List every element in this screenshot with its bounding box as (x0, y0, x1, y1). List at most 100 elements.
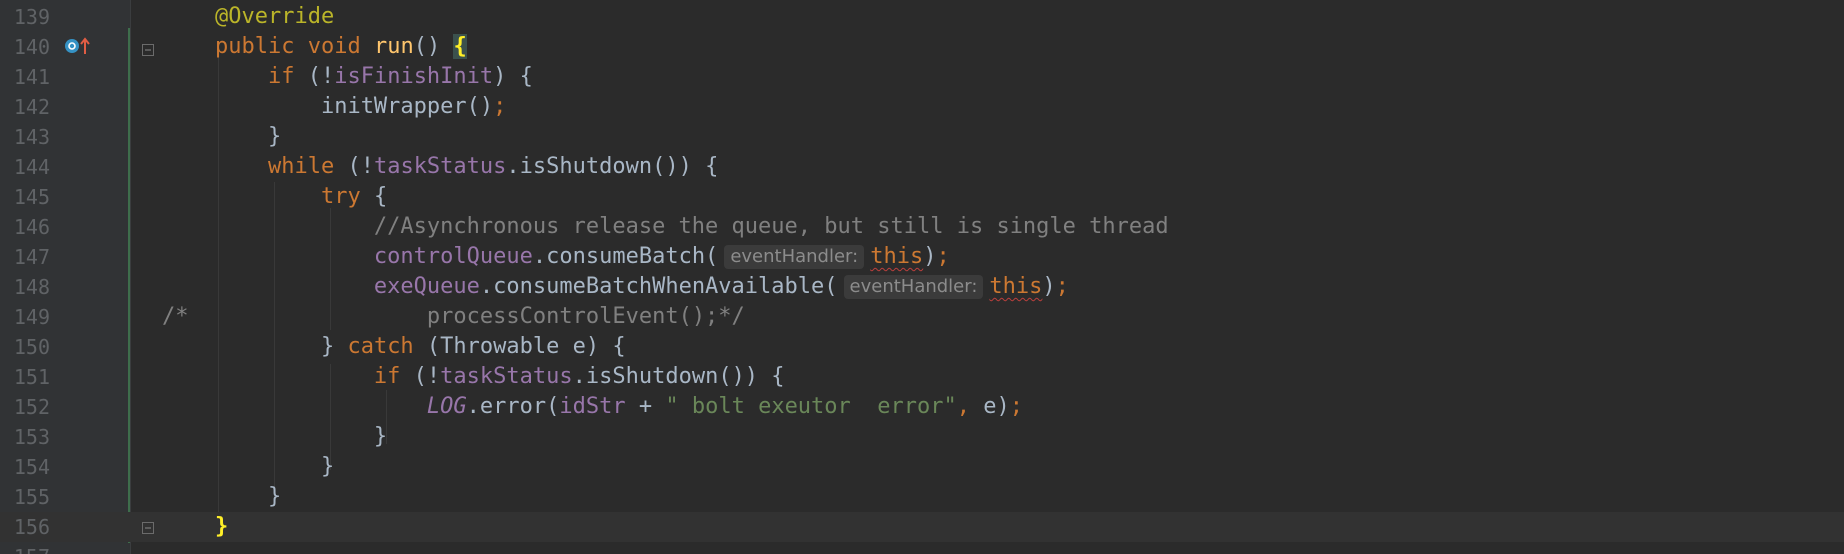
code-token: , (956, 394, 984, 419)
code-line[interactable]: 146 //Asynchronous release the queue, bu… (0, 212, 1844, 242)
code-token: { (360, 184, 388, 209)
code-token: idStr (559, 394, 626, 419)
code-text[interactable]: } (162, 422, 387, 452)
line-number[interactable]: 151 (0, 362, 50, 392)
code-token: run (373, 34, 414, 59)
line-number[interactable]: 147 (0, 242, 50, 272)
line-number[interactable]: 154 (0, 452, 50, 482)
code-text[interactable]: if (!isFinishInit) { (162, 62, 533, 92)
line-number[interactable]: 155 (0, 482, 50, 512)
line-number[interactable]: 140 (0, 32, 50, 62)
code-token: ) (1042, 274, 1056, 299)
code-text[interactable]: if (!taskStatus.isShutdown()) { (162, 362, 785, 392)
code-token: ) { (493, 64, 533, 89)
line-number[interactable]: 144 (0, 152, 50, 182)
code-text[interactable]: while (!taskStatus.isShutdown()) { (162, 152, 718, 182)
code-token: this (989, 274, 1043, 299)
line-number[interactable]: 153 (0, 422, 50, 452)
code-token: (Throwable e) { (413, 334, 626, 359)
code-line[interactable]: 142 initWrapper(); (0, 92, 1844, 122)
code-token: (! (334, 154, 374, 179)
code-token: e) (983, 394, 1010, 419)
line-number[interactable]: 149 (0, 302, 50, 332)
code-token: } (320, 454, 335, 479)
parameter-hint: eventHandler: (724, 245, 865, 269)
code-text[interactable]: } (162, 452, 334, 482)
code-token: while (267, 154, 335, 179)
line-number[interactable]: 145 (0, 182, 50, 212)
code-token: } (214, 514, 229, 539)
code-text[interactable]: initWrapper(); (162, 92, 506, 122)
code-token: //Asynchronous release the queue, but st… (373, 214, 1169, 239)
code-text[interactable]: LOG.error(idStr + " bolt exeutor error",… (162, 392, 1023, 422)
code-line[interactable]: 155 } (0, 482, 1844, 512)
code-line[interactable]: 141 if (!isFinishInit) { (0, 62, 1844, 92)
code-text[interactable]: } (162, 482, 281, 512)
code-token: .isShutdown()) { (506, 154, 719, 179)
code-token: } (373, 424, 388, 449)
line-number[interactable]: 141 (0, 62, 50, 92)
code-line[interactable]: 148 exeQueue.consumeBatchWhenAvailable(e… (0, 272, 1844, 302)
code-text[interactable]: } (162, 512, 228, 542)
code-text[interactable]: controlQueue.consumeBatch(eventHandler: t… (162, 242, 950, 272)
code-line[interactable]: 154 } (0, 452, 1844, 482)
line-number[interactable]: 142 (0, 92, 50, 122)
code-text[interactable]: /* processControlEvent();*/ (162, 302, 745, 332)
code-line[interactable]: 156 } (0, 512, 1844, 542)
line-number[interactable]: 143 (0, 122, 50, 152)
code-line[interactable]: 143 } (0, 122, 1844, 152)
override-method-icon[interactable] (64, 36, 94, 56)
code-line[interactable]: 145 try { (0, 182, 1844, 212)
fold-end-icon[interactable] (142, 522, 154, 534)
code-line[interactable]: 149 /* processControlEvent();*/ (0, 302, 1844, 332)
code-token: this (870, 244, 924, 269)
code-text[interactable]: try { (162, 182, 387, 212)
code-token: () (413, 34, 454, 59)
line-number[interactable]: 148 (0, 272, 50, 302)
code-token: .error( (466, 394, 560, 419)
line-number[interactable]: 146 (0, 212, 50, 242)
line-number[interactable]: 157 (0, 542, 50, 554)
line-number[interactable]: 152 (0, 392, 50, 422)
code-token: initWrapper() (320, 94, 494, 119)
code-token: .consumeBatch( (532, 244, 719, 269)
code-token: taskStatus (373, 154, 507, 179)
code-line[interactable]: 151 if (!taskStatus.isShutdown()) { (0, 362, 1844, 392)
code-line[interactable]: 139 @Override (0, 2, 1844, 32)
code-line[interactable]: 147 controlQueue.consumeBatch(eventHandl… (0, 242, 1844, 272)
code-line[interactable]: 153 } (0, 422, 1844, 452)
code-token: } (267, 484, 282, 509)
code-line[interactable]: 152 LOG.error(idStr + " bolt exeutor err… (0, 392, 1844, 422)
code-editor[interactable]: 139 @Override 140 public void run() {141 … (0, 0, 1844, 554)
code-token: public (214, 34, 295, 59)
code-text[interactable]: public void run() { (162, 32, 467, 62)
code-text[interactable]: } catch (Throwable e) { (162, 332, 626, 362)
fold-start-icon[interactable] (142, 44, 154, 56)
code-token: /* (162, 304, 189, 329)
code-line[interactable]: 144 while (!taskStatus.isShutdown()) { (0, 152, 1844, 182)
code-text[interactable]: } (162, 122, 281, 152)
code-text[interactable]: @Override (162, 2, 334, 32)
code-line[interactable]: 150 } catch (Throwable e) { (0, 332, 1844, 362)
code-text[interactable]: //Asynchronous release the queue, but st… (162, 212, 1169, 242)
line-number[interactable]: 150 (0, 332, 50, 362)
code-text[interactable]: exeQueue.consumeBatchWhenAvailable(event… (162, 272, 1069, 302)
code-token: .consumeBatchWhenAvailable( (479, 274, 838, 299)
code-token: ; (1055, 274, 1069, 299)
code-line[interactable]: 157 (0, 542, 1844, 554)
line-number[interactable]: 156 (0, 512, 50, 542)
code-line[interactable]: 140 public void run() { (0, 32, 1844, 62)
line-number[interactable]: 139 (0, 2, 50, 32)
code-token: controlQueue (373, 244, 533, 269)
